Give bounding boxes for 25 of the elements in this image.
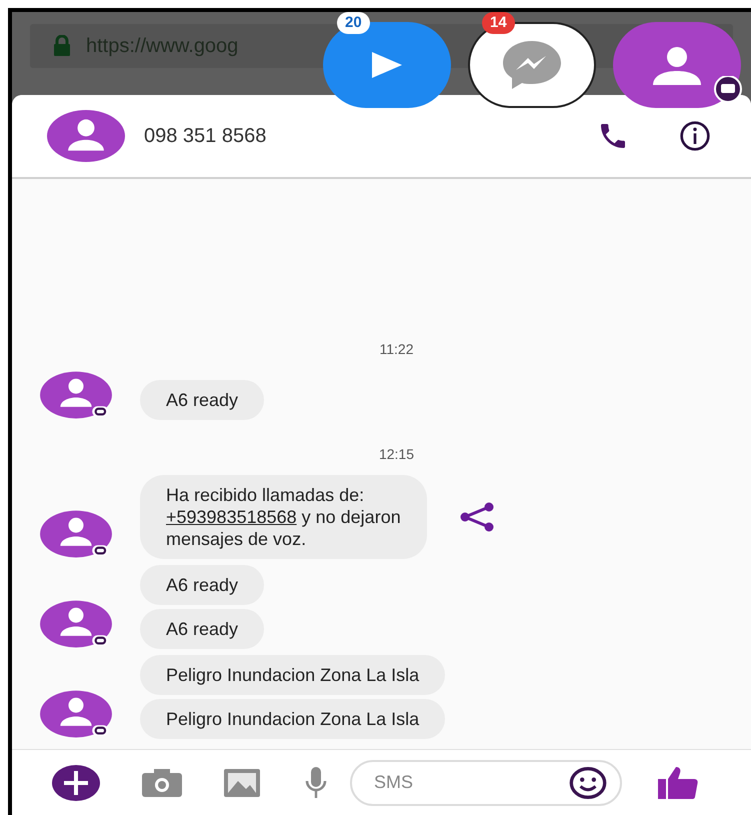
message-input[interactable]: SMS [374,769,568,796]
camera-icon[interactable] [140,766,184,798]
add-icon[interactable] [50,764,102,802]
message-bubble: A6 ready [140,380,264,420]
play-icon [370,50,404,80]
smiley-icon[interactable] [568,766,608,800]
image-icon[interactable] [222,766,262,798]
microphone-icon[interactable] [304,764,328,800]
phone-link[interactable]: +593983518568 [166,507,297,527]
message-bubble: Peligro Inundacion Zona La Isla [140,655,446,695]
message-bubble: Ha recibido llamadas de: +593983518568 y no dejaron mensajes de voz. [140,475,427,559]
message-bubble: A6 ready [140,609,264,649]
contact-number: 098 351 8568 [144,124,268,149]
count-badge: 14 [482,12,515,34]
message-bubble: A6 ready [140,565,264,605]
count-badge: 20 [337,12,370,34]
info-icon[interactable] [679,120,711,152]
timestamp: 12:15 [378,445,414,464]
lock-icon [52,35,72,57]
message-field[interactable]: SMS [350,760,622,806]
timestamp: 11:22 [380,340,414,359]
message-bubble: Peligro Inundacion Zona La Isla [140,699,446,739]
chat-head[interactable] [613,22,741,108]
thumbs-up-icon[interactable] [656,764,700,800]
messenger-icon [500,39,564,91]
